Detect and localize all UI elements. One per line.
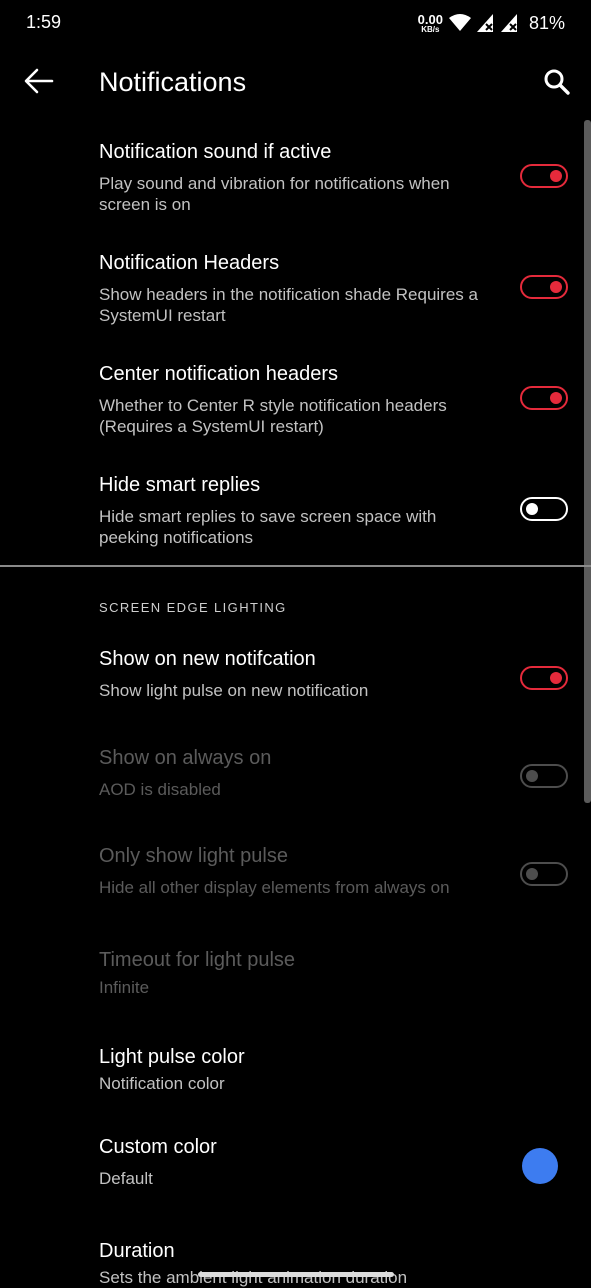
setting-subtitle: Hide smart replies to save screen space … xyxy=(99,507,437,547)
setting-notification-sound[interactable]: Notification sound if active Play sound … xyxy=(0,141,591,231)
status-time: 1:59 xyxy=(26,12,62,32)
setting-notification-headers[interactable]: Notification Headers Show headers in the… xyxy=(0,252,591,342)
setting-title: Only show light pulse xyxy=(99,845,288,867)
setting-timeout-light-pulse: Timeout for light pulse Infinite xyxy=(0,949,591,1009)
setting-title: Notification sound if active xyxy=(99,141,332,163)
arrow-left-icon[interactable] xyxy=(22,64,56,98)
toggle-switch[interactable] xyxy=(520,666,568,690)
toggle-switch[interactable] xyxy=(520,275,568,299)
setting-subtitle: Play sound and vibration for notificatio… xyxy=(99,174,450,214)
setting-title: Hide smart replies xyxy=(99,474,261,496)
wifi-icon xyxy=(448,14,471,31)
signal-x-icon xyxy=(476,14,493,32)
setting-light-pulse-color[interactable]: Light pulse color Notification color xyxy=(0,1046,591,1106)
toggle-switch xyxy=(520,764,568,788)
page-title: Notifications xyxy=(99,67,247,97)
setting-title: Show on always on xyxy=(99,747,272,769)
status-icons: 0.00 KB/s 81% xyxy=(418,10,565,36)
setting-subtitle: Default xyxy=(99,1169,153,1188)
setting-show-on-always-on: Show on always on AOD is disabled xyxy=(0,747,591,817)
toggle-switch[interactable] xyxy=(520,386,568,410)
setting-title: Light pulse color xyxy=(99,1046,245,1068)
net-speed-unit: KB/s xyxy=(421,24,440,34)
app-bar: Notifications xyxy=(0,50,591,116)
net-speed: 0.00 KB/s xyxy=(418,13,443,34)
status-bar: 1:59 0.00 KB/s 81% xyxy=(0,0,591,46)
signal-x-icon xyxy=(500,14,517,32)
section-header: SCREEN EDGE LIGHTING xyxy=(99,600,287,615)
home-indicator[interactable] xyxy=(198,1272,394,1277)
setting-subtitle: Show headers in the notification shade R… xyxy=(99,285,478,325)
setting-title: Notification Headers xyxy=(99,252,280,274)
divider xyxy=(0,565,591,567)
setting-subtitle: AOD is disabled xyxy=(99,780,221,799)
setting-title: Center notification headers xyxy=(99,363,339,385)
setting-title: Custom color xyxy=(99,1136,217,1158)
toggle-switch xyxy=(520,862,568,886)
setting-subtitle: Infinite xyxy=(99,978,150,997)
setting-hide-smart-replies[interactable]: Hide smart replies Hide smart replies to… xyxy=(0,474,591,564)
setting-subtitle: Hide all other display elements from alw… xyxy=(99,878,450,897)
search-icon[interactable] xyxy=(542,67,572,97)
color-swatch[interactable] xyxy=(522,1148,558,1184)
setting-center-headers[interactable]: Center notification headers Whether to C… xyxy=(0,363,591,453)
setting-title: Duration xyxy=(99,1240,175,1262)
setting-title: Timeout for light pulse xyxy=(99,949,296,971)
net-speed-value: 0.00 xyxy=(417,11,443,27)
setting-subtitle: Notification color xyxy=(99,1074,225,1093)
setting-subtitle: Whether to Center R style notification h… xyxy=(99,396,447,436)
setting-subtitle: Sets the ambient light animation duratio… xyxy=(99,1268,408,1287)
toggle-switch[interactable] xyxy=(520,497,568,521)
setting-custom-color[interactable]: Custom color Default xyxy=(0,1136,591,1196)
setting-only-show-light-pulse: Only show light pulse Hide all other dis… xyxy=(0,845,591,915)
battery-percent: 81% xyxy=(528,12,565,33)
setting-title: Show on new notifcation xyxy=(99,648,316,670)
toggle-switch[interactable] xyxy=(520,164,568,188)
setting-show-on-new-notification[interactable]: Show on new notifcation Show light pulse… xyxy=(0,648,591,718)
setting-subtitle: Show light pulse on new notification xyxy=(99,681,369,700)
